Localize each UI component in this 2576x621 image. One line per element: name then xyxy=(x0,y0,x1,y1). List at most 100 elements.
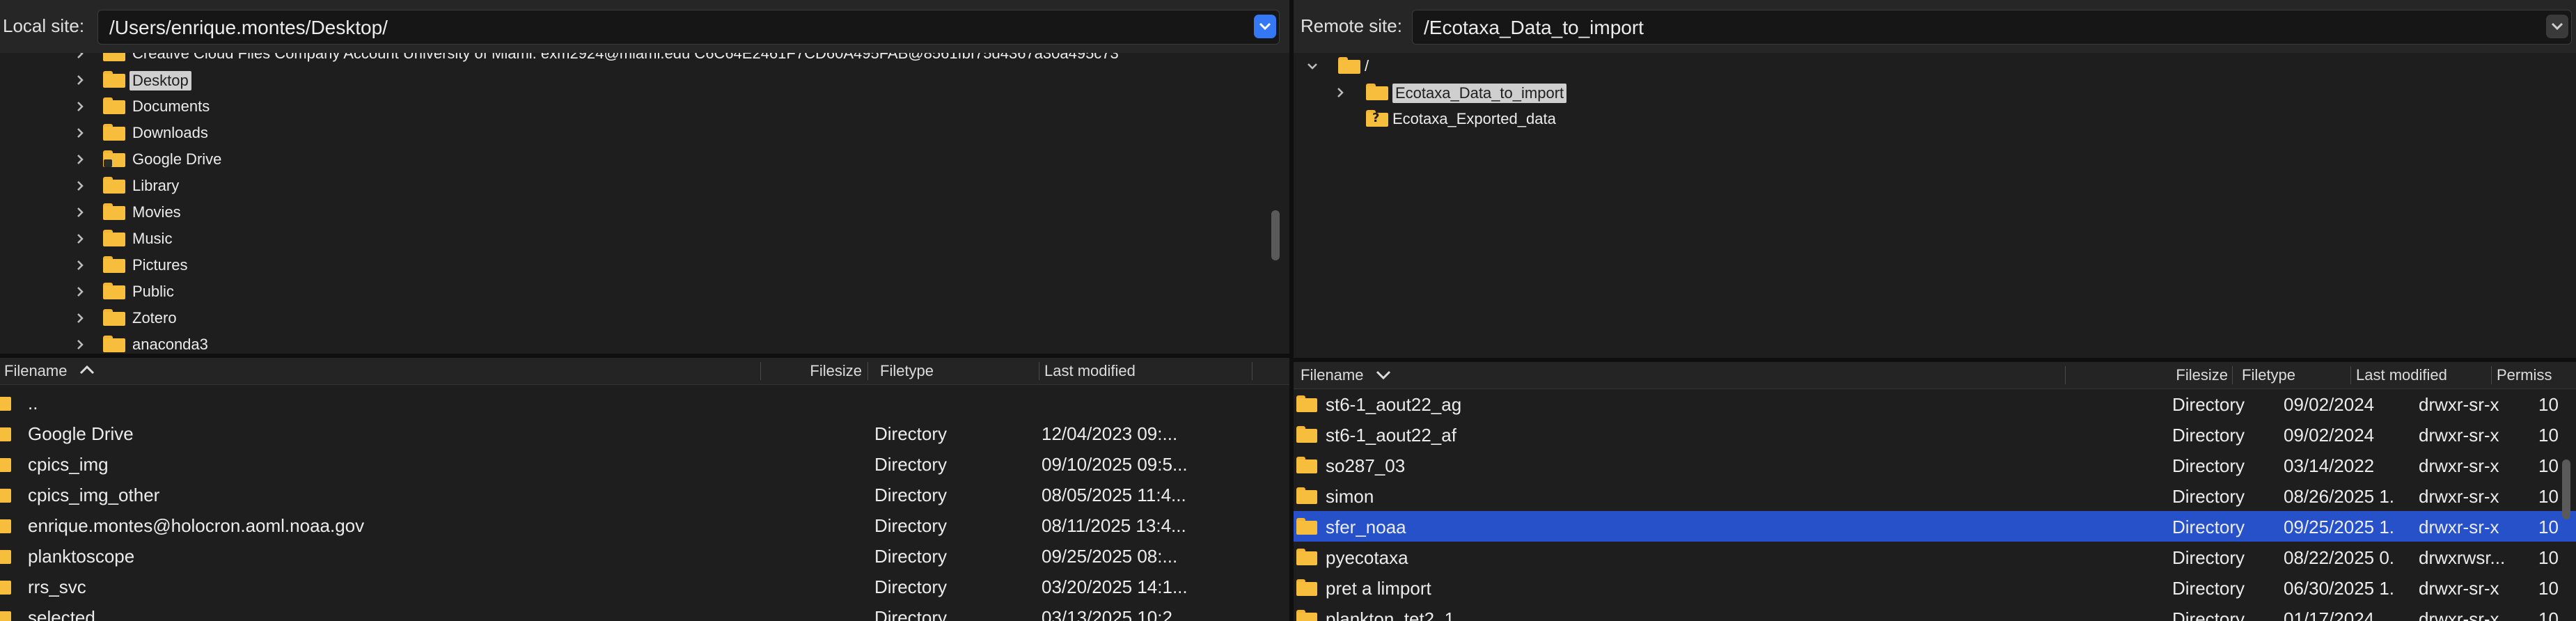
tree-item[interactable]: ? Ecotaxa_Exported_data xyxy=(1294,106,2576,132)
column-separator[interactable] xyxy=(2232,366,2233,384)
folder-body xyxy=(1338,60,1360,74)
col-filetype-header[interactable]: Filetype xyxy=(880,358,1033,384)
column-separator[interactable] xyxy=(867,362,868,380)
chevron-right-icon[interactable] xyxy=(74,312,86,324)
folder-body xyxy=(0,397,11,411)
tree-item[interactable]: Desktop xyxy=(0,67,1289,93)
folder-icon xyxy=(0,394,11,411)
folder-icon xyxy=(103,283,125,299)
file-modified: 09/10/2025 09:5... xyxy=(1042,454,1188,475)
tree-item[interactable]: Ecotaxa_Data_to_import xyxy=(1294,79,2576,106)
chevron-right-icon[interactable] xyxy=(74,153,86,166)
chevron-right-icon[interactable] xyxy=(74,259,86,272)
chevron-right-icon[interactable] xyxy=(74,285,86,298)
table-row[interactable]: sfer_noaa Directory 09/25/2025 1... drwxr-s… xyxy=(1294,511,2576,542)
table-row[interactable]: cpics_img Directory 09/10/2025 09:5... xyxy=(0,448,1289,479)
chevron-right-icon[interactable] xyxy=(1334,86,1346,99)
local-tree-scrollbar[interactable] xyxy=(1271,210,1280,260)
folder-icon xyxy=(103,256,125,273)
table-row[interactable]: selected Directory 03/13/2025 10:2... xyxy=(0,602,1289,621)
folder-body xyxy=(103,100,125,114)
chevron-right-icon[interactable] xyxy=(74,180,86,192)
file-owner: 103 xyxy=(2538,608,2559,621)
chevron-right-icon[interactable] xyxy=(74,53,86,60)
chevron-right-icon[interactable] xyxy=(74,338,86,351)
tree-item[interactable]: Public xyxy=(0,278,1289,305)
col-filename-header[interactable]: Filename xyxy=(4,358,756,384)
col-filesize-header[interactable]: Filesize xyxy=(763,358,862,384)
col-permissions-header[interactable]: Permissions xyxy=(2497,362,2552,388)
table-row[interactable]: .. xyxy=(0,387,1289,418)
tree-item[interactable]: Music xyxy=(0,226,1289,252)
file-name: st6-1_aout22_ag xyxy=(1326,394,1462,415)
local-site-path-text: /Users/enrique.montes/Desktop/ xyxy=(109,17,388,38)
chevron-right-icon[interactable] xyxy=(74,100,86,113)
file-type: Directory xyxy=(874,607,948,621)
tree-item[interactable]: anaconda3 xyxy=(0,331,1289,354)
folder-body xyxy=(0,581,11,595)
table-row[interactable]: so287_03 Directory 03/14/2022 drwxr-sr-x 103 xyxy=(1294,450,2576,480)
file-type: Directory xyxy=(874,485,948,505)
tree-item[interactable]: Zotero xyxy=(0,305,1289,331)
folder-body xyxy=(0,550,11,564)
tree-item[interactable]: Pictures xyxy=(0,252,1289,278)
remote-site-path-field[interactable]: /Ecotaxa_Data_to_import xyxy=(1412,10,2572,45)
tree-item[interactable]: Downloads xyxy=(0,120,1289,146)
chevron-down-icon[interactable] xyxy=(1306,60,1319,72)
remote-directory-tree[interactable]: / Ecotaxa_Data_to_import? Ecotaxa_Exported… xyxy=(1294,53,2576,358)
remote-file-list-scrollbar[interactable] xyxy=(2562,459,2570,519)
local-site-path-field[interactable]: /Users/enrique.montes/Desktop/ xyxy=(97,10,1280,45)
local-file-list[interactable]: Filename Filesize Filetype Last modified… xyxy=(0,358,1289,621)
chevron-right-icon[interactable] xyxy=(74,233,86,245)
column-separator[interactable] xyxy=(2491,366,2492,384)
folder-body xyxy=(0,427,11,441)
table-row[interactable]: pret a limport Directory 06/30/2025 1... dr… xyxy=(1294,572,2576,603)
column-separator[interactable] xyxy=(2350,366,2351,384)
table-row[interactable]: plankton_tet2_1 Directory 01/17/2024 drwxr-… xyxy=(1294,603,2576,621)
tree-item[interactable]: Movies xyxy=(0,199,1289,226)
remote-file-list[interactable]: Filename Filesize Filetype Last modified… xyxy=(1294,362,2576,621)
link-badge-icon xyxy=(104,159,112,167)
remote-pane: Remote site: /Ecotaxa_Data_to_import / Ec… xyxy=(1294,0,2576,621)
table-row[interactable]: simon Directory 08/26/2025 1... drwxr-sr-x 1… xyxy=(1294,480,2576,511)
tree-item[interactable]: Google Drive xyxy=(0,146,1289,173)
local-directory-tree[interactable]: Creative Cloud Files Company Account Uni… xyxy=(0,53,1289,354)
file-name: cpics_img xyxy=(28,454,109,475)
local-site-label: Local site: xyxy=(3,15,85,36)
col-filetype-header[interactable]: Filetype xyxy=(2242,362,2346,388)
table-row[interactable]: cpics_img_other Directory 08/05/2025 11:4.… xyxy=(0,479,1289,510)
folder-icon xyxy=(0,517,11,533)
table-row[interactable]: st6-1_aout22_af Directory 09/02/2024 drwxr-… xyxy=(1294,419,2576,450)
table-row[interactable]: planktoscope Directory 09/25/2025 08:... xyxy=(0,540,1289,571)
folder-icon xyxy=(1296,395,1317,412)
tree-item[interactable]: Creative Cloud Files Company Account Uni… xyxy=(0,53,1289,67)
local-site-dropdown-button[interactable] xyxy=(1254,15,1276,38)
file-name: selected xyxy=(28,607,95,621)
col-modified-header[interactable]: Last modified xyxy=(1044,358,1246,384)
table-row[interactable]: Google Drive Directory 12/04/2023 09:... xyxy=(0,418,1289,448)
folder-body xyxy=(103,74,125,88)
column-separator[interactable] xyxy=(760,362,761,380)
table-row[interactable]: enrique.montes@holocron.aoml.noaa.gov Dir… xyxy=(0,510,1289,540)
file-type: Directory xyxy=(874,546,948,567)
remote-site-dropdown-button[interactable] xyxy=(2546,15,2568,38)
table-row[interactable]: rrs_svc Directory 03/20/2025 14:1... xyxy=(0,571,1289,602)
table-row[interactable]: st6-1_aout22_ag Directory 09/02/2024 drwxr-… xyxy=(1294,388,2576,419)
folder-body xyxy=(1296,613,1317,621)
chevron-right-icon[interactable] xyxy=(74,74,86,86)
column-separator[interactable] xyxy=(2065,366,2066,384)
col-filename-header[interactable]: Filename xyxy=(1301,362,2115,388)
file-modified: 03/13/2025 10:2... xyxy=(1042,607,1188,621)
chevron-right-icon[interactable] xyxy=(74,206,86,219)
tree-item-label: anaconda3 xyxy=(132,336,208,353)
chevron-right-icon[interactable] xyxy=(74,127,86,139)
tree-item[interactable]: Documents xyxy=(0,93,1289,120)
file-type: Directory xyxy=(2172,608,2245,621)
file-name: cpics_img_other xyxy=(28,485,160,505)
col-filesize-header[interactable]: Filesize xyxy=(2068,362,2228,388)
tree-item[interactable]: Library xyxy=(0,173,1289,199)
table-row[interactable]: pyecotaxa Directory 08/22/2025 0... drwxrws… xyxy=(1294,542,2576,572)
folder-body xyxy=(0,458,11,472)
tree-item[interactable]: / xyxy=(1294,53,2576,79)
col-modified-header[interactable]: Last modified xyxy=(2356,362,2488,388)
